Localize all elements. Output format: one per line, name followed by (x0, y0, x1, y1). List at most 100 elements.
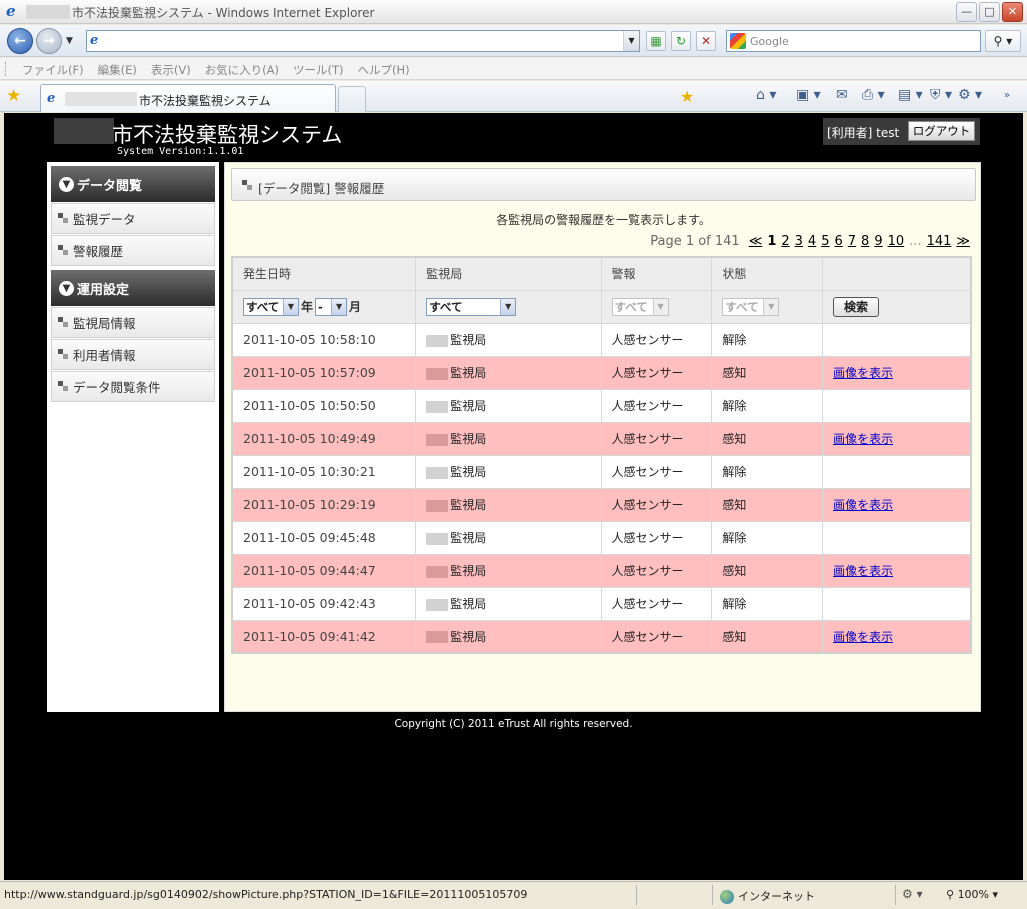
sidebar-item[interactable]: データ閲覧条件 (51, 371, 215, 402)
search-input[interactable]: Google (726, 30, 981, 52)
sidebar-item[interactable]: 利用者情報 (51, 339, 215, 370)
page-link[interactable]: 8 (861, 234, 869, 249)
tools-gear-icon[interactable]: ⚙ ▾ (958, 87, 982, 103)
page-link[interactable]: 3 (795, 234, 803, 249)
search-filter-button[interactable]: 検索 (833, 296, 880, 317)
search-placeholder: Google (750, 35, 789, 48)
sidebar-item[interactable]: 監視データ (51, 203, 215, 234)
page-link[interactable]: 9 (874, 234, 882, 249)
datetime-cell: 2011-10-05 10:50:50 (231, 388, 417, 423)
logout-button[interactable]: ログアウト (908, 121, 975, 141)
month-suffix: 月 (349, 300, 362, 314)
forward-button[interactable]: → (36, 28, 62, 54)
state-filter-cell: すべて ▼ (711, 289, 824, 324)
page-link[interactable]: 10 (888, 234, 905, 249)
history-dropdown-icon[interactable]: ▼ (66, 36, 73, 46)
tab-active[interactable]: e 市不法投棄監視システム (40, 84, 336, 112)
close-button[interactable]: ✕ (1002, 2, 1023, 22)
station-cell: 監視局 (415, 553, 602, 588)
sidebar-item[interactable]: 監視局情報 (51, 307, 215, 338)
alarm-cell: 人感センサー (600, 487, 713, 522)
menu-item[interactable]: 編集(E) (98, 62, 137, 78)
status-bar: http://www.standguard.jp/sg0140902/showP… (0, 881, 1027, 909)
action-cell (822, 388, 972, 423)
last-page-link[interactable]: ≫ (956, 234, 970, 249)
security-zone: インターネット (720, 888, 815, 904)
state-select[interactable]: すべて ▼ (722, 297, 780, 316)
feeds-icon[interactable]: ▣ ▾ (796, 87, 821, 103)
show-image-link[interactable]: 画像を表示 (833, 564, 893, 578)
menu-item[interactable]: ツール(T) (293, 62, 344, 78)
address-dropdown-icon[interactable]: ▼ (623, 31, 639, 51)
protected-mode-icon[interactable]: ⚙ ▾ (902, 887, 923, 901)
page-viewport: 市不法投棄監視システム System Version:1.1.01 [利用者] … (4, 113, 1023, 880)
page-link[interactable]: 5 (821, 234, 829, 249)
sidebar: ▼ データ閲覧 監視データ 警報履歴 ▼ 運用設定 監視局情報 利用者情報 データ閲覧条件 (47, 162, 219, 712)
last-page-number-link[interactable]: 141 (927, 234, 952, 249)
first-page-link[interactable]: ≪ (749, 234, 763, 249)
page-info: Page 1 of 141 (650, 234, 740, 249)
column-header: 状態 (711, 256, 824, 291)
compatibility-view-icon[interactable]: ▦ (646, 31, 666, 51)
alarm-cell: 人感センサー (600, 619, 713, 654)
menu-item[interactable]: ヘルプ(H) (358, 62, 410, 78)
minimize-button[interactable]: — (956, 2, 977, 22)
datetime-cell: 2011-10-05 10:30:21 (231, 454, 417, 489)
alarm-select-value: すべて (614, 299, 648, 314)
year-select[interactable]: すべて ▼ (243, 297, 299, 316)
new-tab-button[interactable] (338, 86, 366, 112)
menu-item[interactable]: お気に入り(A) (205, 62, 279, 78)
menu-items: ファイル(F) 編集(E) 表示(V) お気に入り(A) ツール(T) ヘルプ(H) (22, 62, 410, 78)
show-image-link[interactable]: 画像を表示 (833, 366, 893, 380)
zoom-level[interactable]: ⚲ 100% ▾ (946, 888, 998, 901)
sidebar-item[interactable]: 警報履歴 (51, 235, 215, 266)
bullet-icon (58, 212, 68, 225)
status-divider (895, 885, 896, 905)
refresh-icon[interactable]: ↻ (671, 31, 691, 51)
alarm-cell: 人感センサー (600, 454, 713, 489)
month-select[interactable]: - ▼ (315, 297, 348, 316)
redacted-city-name (26, 5, 70, 19)
show-image-link[interactable]: 画像を表示 (833, 432, 893, 446)
alarm-select[interactable]: すべて ▼ (611, 297, 669, 316)
more-chevron-icon[interactable]: » (1004, 90, 1010, 101)
menu-item[interactable]: 表示(V) (151, 62, 191, 78)
table-row: 2011-10-05 10:50:50 監視局 人感センサー 解除 (231, 388, 972, 423)
maximize-button[interactable]: □ (979, 2, 1000, 22)
redacted-station-name (426, 598, 449, 611)
page-link[interactable]: 6 (834, 234, 842, 249)
safety-icon[interactable]: ⛨ ▾ (930, 87, 952, 103)
station-cell: 監視局 (415, 355, 602, 390)
menu-bar: ファイル(F) 編集(E) 表示(V) お気に入り(A) ツール(T) ヘルプ(H) (0, 58, 1027, 80)
page-link[interactable]: 7 (848, 234, 856, 249)
stop-icon[interactable]: ✕ (696, 31, 716, 51)
search-button[interactable]: ⚲ ▾ (985, 30, 1021, 52)
show-image-link[interactable]: 画像を表示 (833, 498, 893, 512)
column-header: 警報 (600, 256, 713, 291)
station-select[interactable]: すべて ▼ (426, 297, 517, 316)
bullet-icon (242, 180, 252, 192)
show-image-link[interactable]: 画像を表示 (833, 630, 893, 644)
alarm-cell: 人感センサー (600, 553, 713, 588)
current-page: 1 (767, 234, 777, 249)
back-button[interactable]: ← (7, 28, 33, 54)
address-input[interactable]: e ▼ (86, 30, 640, 52)
add-favorite-icon[interactable]: ★ (680, 87, 694, 106)
page-menu-icon[interactable]: ▤ ▾ (898, 87, 923, 103)
print-icon[interactable]: ⎙ ▾ (862, 87, 885, 103)
mail-icon[interactable]: ✉ (836, 87, 848, 103)
datetime-cell: 2011-10-05 10:57:09 (231, 355, 417, 390)
page-link[interactable]: 2 (781, 234, 789, 249)
station-label: 監視局 (450, 564, 487, 578)
redacted-station-name (426, 499, 449, 512)
table-row: 2011-10-05 10:57:09 監視局 人感センサー 感知 画像を表示 (231, 355, 972, 390)
redacted-station-name (426, 631, 449, 644)
page-favicon-icon: e (90, 33, 99, 48)
favorites-star-icon[interactable]: ★ (6, 86, 21, 106)
redacted-city-name (54, 118, 114, 144)
page-link[interactable]: 4 (808, 234, 816, 249)
menu-item[interactable]: ファイル(F) (22, 62, 84, 78)
station-cell: 監視局 (415, 487, 602, 522)
home-icon[interactable]: ⌂ ▾ (756, 87, 776, 103)
content-header: [データ閲覧] 警報履歴 (231, 168, 976, 201)
